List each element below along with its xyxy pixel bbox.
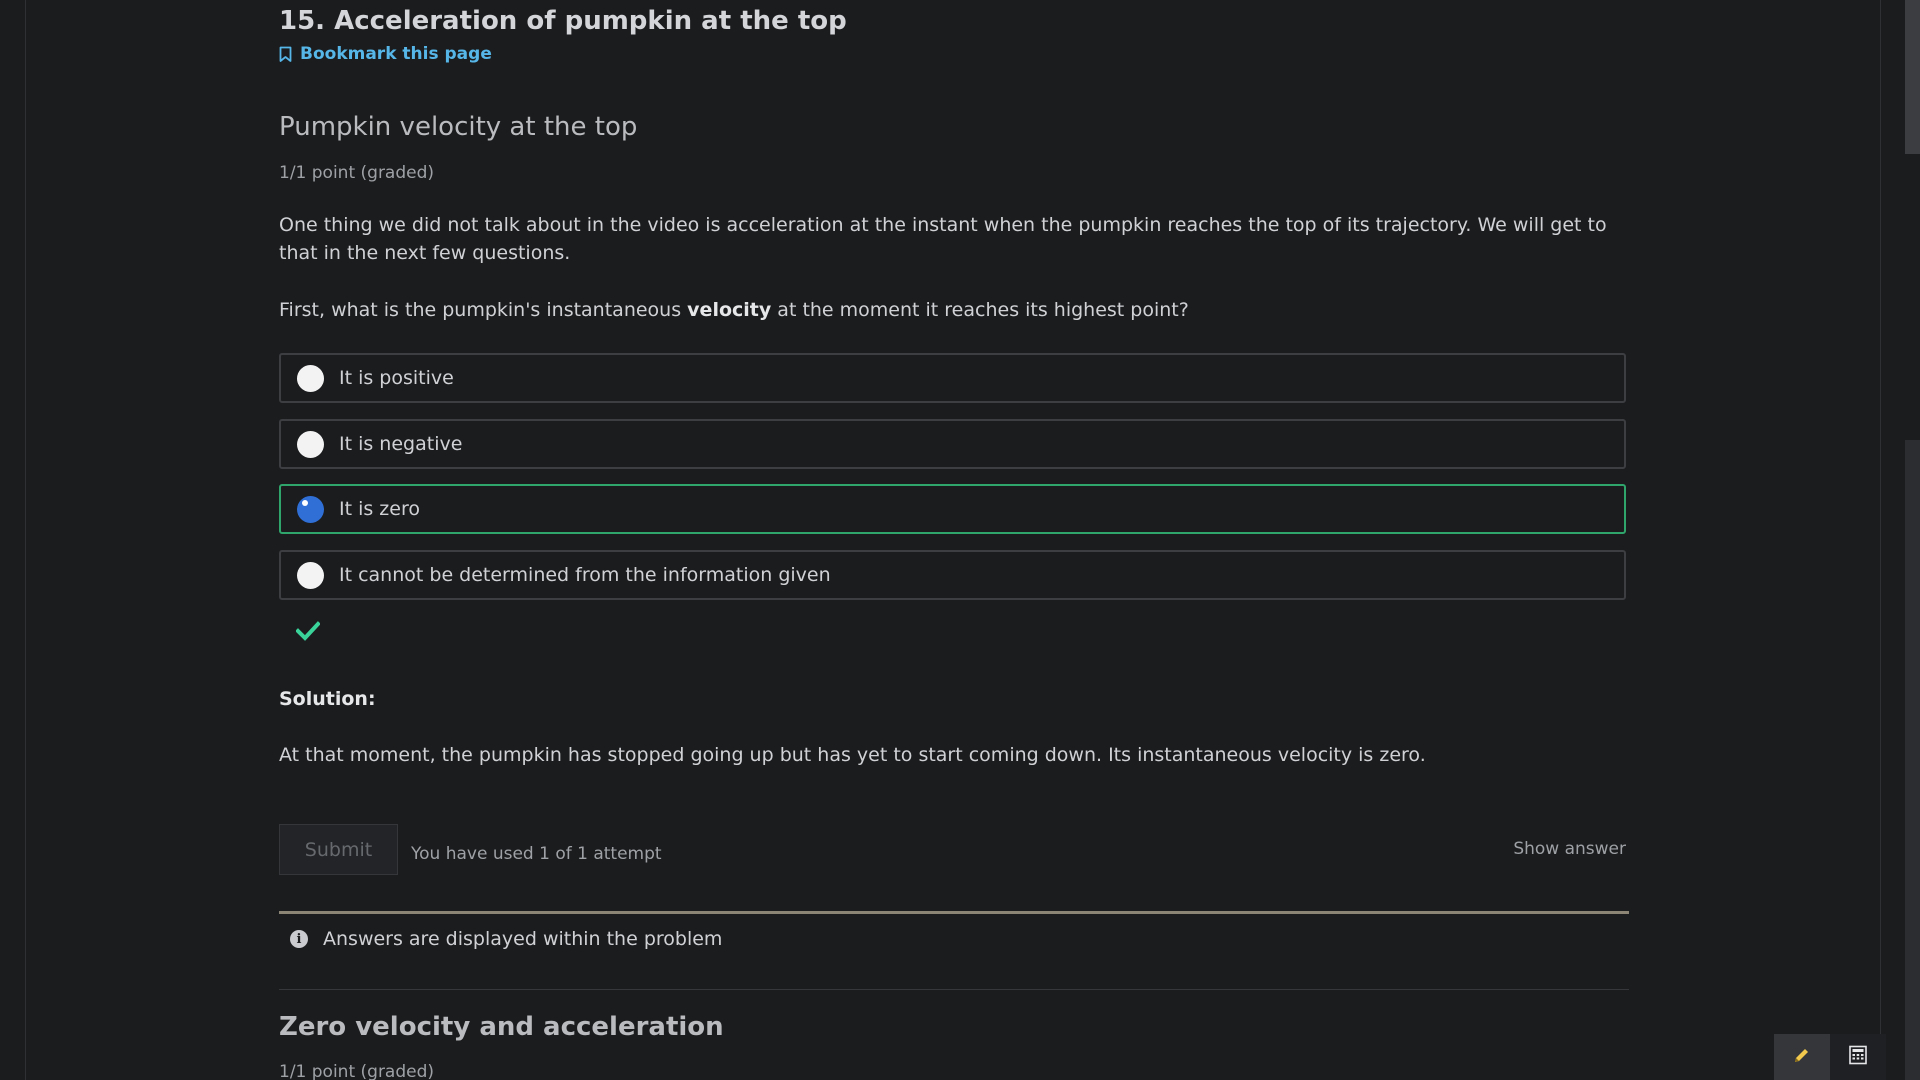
answer-notice: i Answers are displayed within the probl… <box>290 928 722 950</box>
choice-positive[interactable]: It is positive <box>279 353 1626 403</box>
answer-notice-text: Answers are displayed within the problem <box>323 928 723 950</box>
problem-intro: One thing we did not talk about in the v… <box>279 214 1607 264</box>
next-problem-title: Zero velocity and acceleration <box>279 1012 724 1042</box>
left-divider <box>25 0 26 1080</box>
check-icon <box>295 619 321 643</box>
bookmark-button[interactable]: Bookmark this page <box>279 44 492 64</box>
notification-divider <box>279 911 1629 914</box>
problem-divider <box>279 989 1629 990</box>
info-icon: i <box>290 930 308 948</box>
pencil-icon <box>1792 1045 1812 1069</box>
choice-negative[interactable]: It is negative <box>279 419 1626 469</box>
choice-label: It cannot be determined from the informa… <box>339 564 831 586</box>
question-emphasis: velocity <box>687 299 772 321</box>
scrollbar-thumb[interactable] <box>1905 0 1920 154</box>
problem-question: First, what is the pumpkin's instantaneo… <box>279 296 1609 324</box>
choice-zero[interactable]: It is zero <box>279 484 1626 534</box>
page: 15. Acceleration of pumpkin at the top B… <box>0 0 1920 1080</box>
right-divider <box>1880 0 1881 1080</box>
question-text-start: First, what is the pumpkin's instantaneo… <box>279 299 688 321</box>
calculator-icon <box>1848 1045 1868 1069</box>
notes-button[interactable] <box>1774 1034 1830 1080</box>
choice-cannot-determine[interactable]: It cannot be determined from the informa… <box>279 550 1626 600</box>
radio-button[interactable] <box>297 364 324 392</box>
problem-points: 1/1 point (graded) <box>279 163 435 183</box>
next-problem-points: 1/1 point (graded) <box>279 1062 435 1080</box>
unit-title: 15. Acceleration of pumpkin at the top <box>279 6 847 36</box>
radio-button-selected[interactable] <box>297 495 324 523</box>
question-text-end: at the moment it reaches its highest poi… <box>771 299 1189 321</box>
bookmark-label: Bookmark this page <box>300 44 492 64</box>
solution-heading: Solution: <box>279 688 376 710</box>
calculator-button[interactable] <box>1830 1034 1886 1080</box>
choice-label: It is zero <box>339 498 420 520</box>
choice-label: It is positive <box>339 367 454 389</box>
problem-title: Pumpkin velocity at the top <box>279 112 638 142</box>
submit-button[interactable]: Submit <box>279 824 398 875</box>
solution-text: At that moment, the pumpkin has stopped … <box>279 744 1426 766</box>
bookmark-icon <box>279 46 292 63</box>
radio-button[interactable] <box>297 561 324 589</box>
show-answer-button[interactable]: Show answer <box>1513 839 1626 859</box>
choice-label: It is negative <box>339 433 463 455</box>
radio-button[interactable] <box>297 430 324 458</box>
attempts-counter: You have used 1 of 1 attempt <box>411 844 662 864</box>
scrollbar-lower-track <box>1905 440 1920 1080</box>
